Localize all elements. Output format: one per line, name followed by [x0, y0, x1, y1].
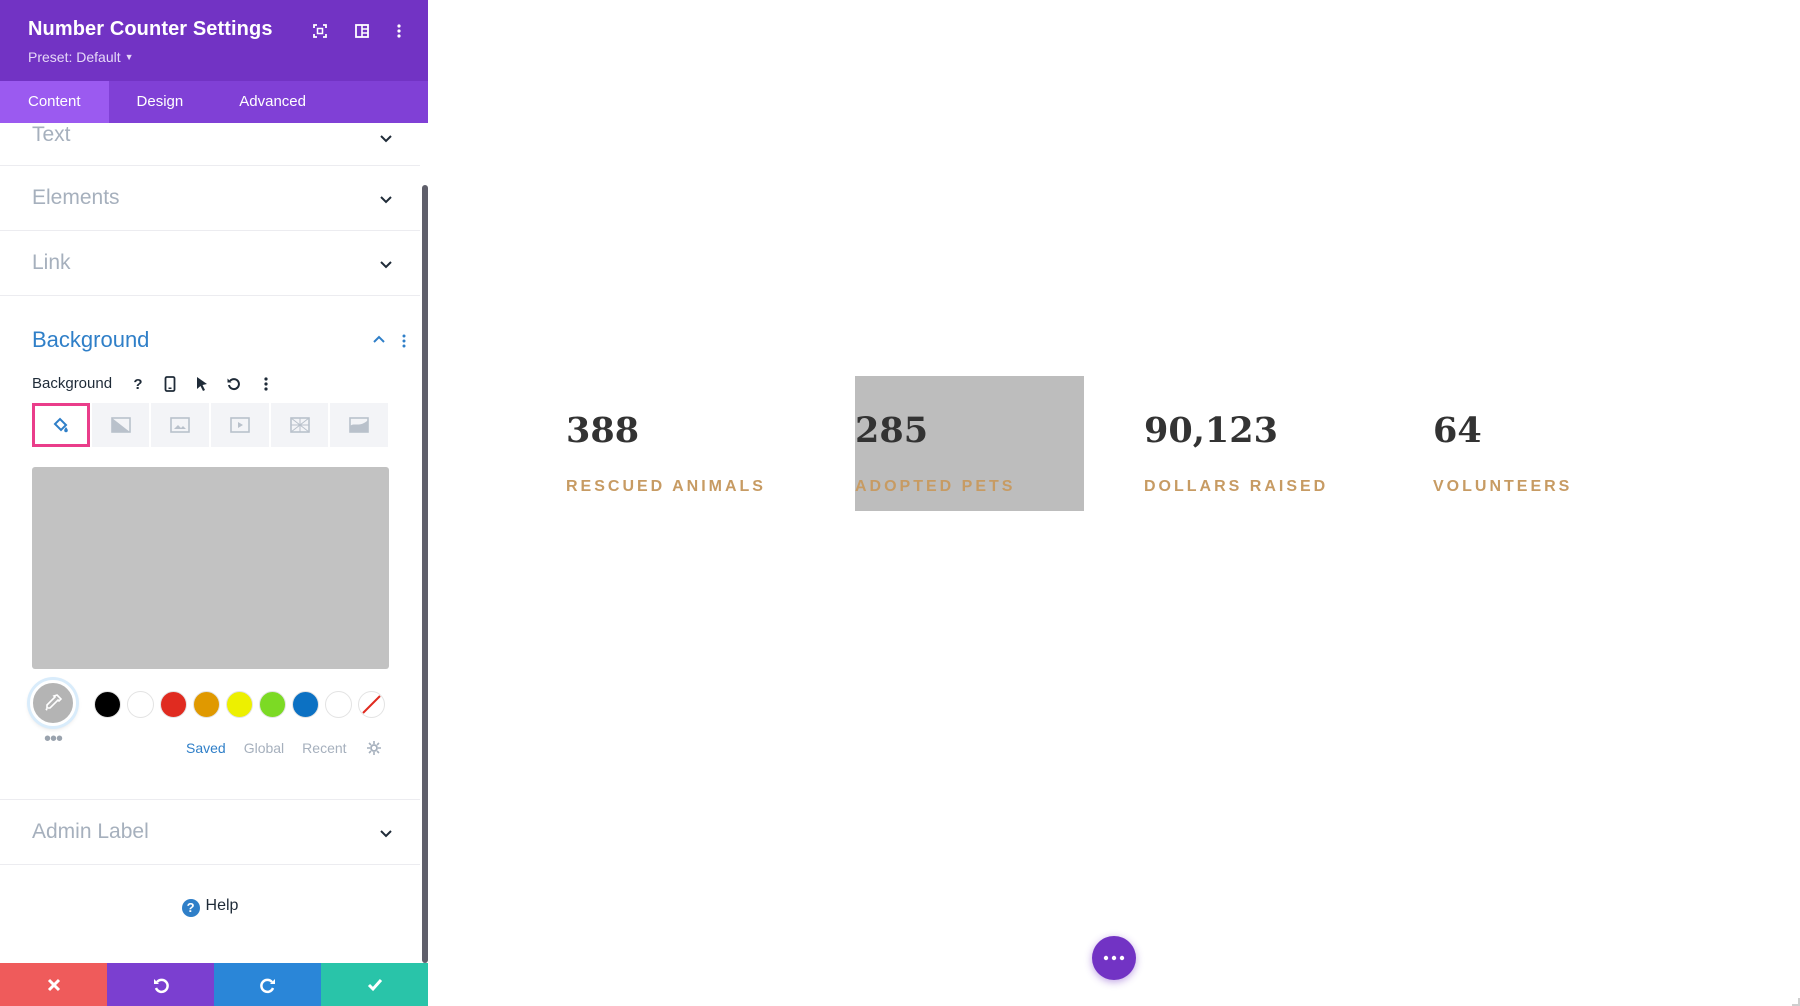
no-color-icon	[362, 695, 381, 714]
settings-tabs: Content Design Advanced	[0, 81, 428, 123]
close-icon	[47, 978, 60, 991]
split-view-icon[interactable]	[351, 20, 373, 42]
paint-bucket-icon	[53, 417, 68, 433]
counter-volunteers[interactable]: 64 VOLUNTEERS	[1433, 376, 1663, 511]
background-type-selector	[32, 403, 388, 447]
discard-button[interactable]	[0, 963, 107, 1006]
resize-handle[interactable]	[1792, 998, 1800, 1006]
chevron-down-icon	[380, 196, 392, 204]
counter-rescued-animals[interactable]: 388 RESCUED ANIMALS	[566, 376, 796, 511]
palette-tab-saved[interactable]: Saved	[186, 740, 226, 756]
panel-footer	[0, 963, 428, 1006]
section-link-label: Link	[32, 251, 71, 274]
preset-label: Preset: Default	[28, 49, 121, 65]
pattern-icon	[289, 417, 310, 433]
chevron-down-icon	[380, 261, 392, 269]
eyedropper-icon	[45, 694, 63, 711]
color-swatches	[94, 691, 385, 718]
background-image-tab[interactable]	[151, 403, 210, 447]
ellipsis-icon	[1103, 955, 1125, 961]
swatch-none[interactable]	[358, 691, 385, 718]
counter-label: ADOPTED PETS	[855, 478, 1016, 495]
responsive-phone-icon[interactable]	[160, 374, 180, 394]
panel-header: Number Counter Settings Preset: Default ▼	[0, 0, 428, 81]
palette-tab-global[interactable]: Global	[244, 740, 284, 756]
counter-dollars-raised[interactable]: 90,123 DOLLARS RAISED	[1144, 376, 1374, 511]
panel-title: Number Counter Settings	[28, 18, 273, 40]
palette-tabs: Saved Global Recent	[186, 740, 347, 756]
image-icon	[170, 417, 190, 433]
video-icon	[230, 417, 250, 433]
more-options-icon[interactable]	[388, 20, 410, 42]
page-settings-button[interactable]	[1092, 936, 1136, 980]
app-root: Number Counter Settings Preset: Default ▼…	[0, 0, 1800, 1006]
counter-number: 64	[1433, 410, 1482, 451]
help-icon: ?	[181, 899, 200, 917]
swatch-white[interactable]	[127, 691, 154, 718]
color-picker-button[interactable]	[30, 680, 76, 726]
background-color-tab[interactable]	[32, 403, 90, 447]
swatch-orange[interactable]	[193, 691, 220, 718]
section-text-label: Text	[32, 123, 71, 146]
page-canvas: 388 RESCUED ANIMALS 285 ADOPTED PETS 90,…	[428, 0, 1800, 1006]
swatch-white-2[interactable]	[325, 691, 352, 718]
counter-adopted-pets[interactable]: 285 ADOPTED PETS	[855, 376, 1084, 511]
counter-number: 90,123	[1144, 410, 1278, 451]
background-pattern-tab[interactable]	[270, 403, 329, 447]
help-label: Help	[205, 897, 239, 914]
gear-icon[interactable]	[366, 740, 382, 756]
mask-icon	[349, 417, 369, 433]
swatch-green[interactable]	[259, 691, 286, 718]
counter-label: VOLUNTEERS	[1433, 478, 1573, 495]
counter-number: 388	[566, 410, 640, 451]
gradient-icon	[110, 417, 131, 433]
more-colors-icon[interactable]: •••	[44, 729, 63, 749]
section-admin-label-text: Admin Label	[32, 820, 149, 843]
chevron-down-icon	[380, 135, 392, 143]
tab-content[interactable]: Content	[0, 81, 109, 123]
background-video-tab[interactable]	[211, 403, 269, 447]
section-elements-label: Elements	[32, 186, 120, 209]
help-question-icon[interactable]: ?	[128, 374, 148, 394]
counter-label: DOLLARS RAISED	[1144, 478, 1329, 495]
tab-design[interactable]: Design	[109, 81, 212, 123]
swatch-blue[interactable]	[292, 691, 319, 718]
save-button[interactable]	[321, 963, 428, 1006]
background-mask-tab[interactable]	[330, 403, 388, 447]
chevron-down-icon	[380, 830, 392, 838]
swatch-yellow[interactable]	[226, 691, 253, 718]
redo-icon	[259, 978, 275, 993]
settings-panel: Number Counter Settings Preset: Default ▼…	[0, 0, 428, 1006]
undo-icon	[153, 978, 169, 993]
field-tools: ?	[128, 374, 276, 394]
help-link[interactable]: ? Help	[0, 897, 420, 917]
reset-icon[interactable]	[224, 374, 244, 394]
swatch-black[interactable]	[94, 691, 121, 718]
background-color-preview[interactable]	[32, 467, 389, 669]
background-gradient-tab[interactable]	[91, 403, 150, 447]
section-admin-label[interactable]: Admin Label	[0, 800, 420, 865]
swatch-red[interactable]	[160, 691, 187, 718]
caret-down-icon: ▼	[124, 52, 134, 62]
section-text[interactable]: Text	[0, 123, 420, 166]
checkmark-icon	[367, 978, 382, 991]
counter-number: 285	[855, 410, 929, 451]
undo-button[interactable]	[107, 963, 214, 1006]
fullscreen-icon[interactable]	[309, 20, 331, 42]
field-options-icon[interactable]	[256, 374, 276, 394]
section-link[interactable]: Link	[0, 231, 420, 296]
palette-tab-recent[interactable]: Recent	[302, 740, 346, 756]
hover-pointer-icon[interactable]	[192, 374, 212, 394]
section-options-icon[interactable]	[400, 333, 408, 349]
background-field-label: Background	[32, 375, 113, 392]
preset-selector[interactable]: Preset: Default ▼	[28, 49, 134, 65]
section-elements[interactable]: Elements	[0, 166, 420, 231]
tab-advanced[interactable]: Advanced	[211, 81, 334, 123]
counter-label: RESCUED ANIMALS	[566, 478, 766, 495]
redo-button[interactable]	[214, 963, 321, 1006]
chevron-up-icon[interactable]	[371, 332, 387, 348]
section-background-label[interactable]: Background	[32, 327, 149, 353]
